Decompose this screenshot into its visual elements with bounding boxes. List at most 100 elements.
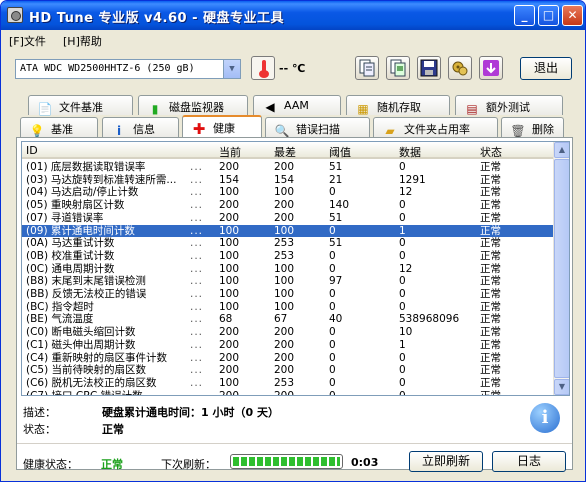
- minimize-button[interactable]: _: [514, 5, 535, 26]
- threshold-cell: 51: [329, 237, 343, 250]
- refresh-countdown: 0:03: [351, 456, 379, 469]
- table-row[interactable]: (07) 寻道错误率 200 200 51 0 正常...: [22, 212, 555, 225]
- attribute-name-cell: (09) 累计通电时间计数: [26, 224, 135, 237]
- table-row[interactable]: (01) 底层数据读取错误率 200 200 51 0 正常...: [22, 161, 555, 174]
- tab-error-scan[interactable]: 🔍 错误扫描: [265, 117, 370, 138]
- copy-text-button[interactable]: [355, 56, 379, 80]
- status-cell: 正常: [480, 313, 501, 326]
- current-cell: 200: [219, 199, 240, 212]
- tab-delete[interactable]: 🗑 删除: [501, 117, 564, 138]
- threshold-cell: 0: [329, 186, 336, 199]
- table-row[interactable]: (C5) 当前待映射的扇区数 200 200 0 0 正常...: [22, 364, 555, 377]
- smart-table[interactable]: ID 当前 最差 阈值 数据 状态 (01) 底层数据读取错误率 200 200 51…: [21, 141, 570, 396]
- refresh-progress-fill: [233, 457, 340, 466]
- table-row[interactable]: (C4) 重新映射的扇区事件计数 200 200 0 0 正常...: [22, 352, 555, 365]
- data-cell: 0: [399, 249, 406, 262]
- tab-disk-monitor[interactable]: ▮ 磁盘监视器: [138, 95, 248, 116]
- table-row[interactable]: (BE) 气流温度 68 67 40 538968096 正常...: [22, 313, 555, 326]
- table-row[interactable]: (05) 重映射扇区计数 200 200 140 0 正常...: [22, 199, 555, 212]
- tab-extra-tests[interactable]: ▤ 额外测试: [455, 95, 563, 116]
- options-icon: [452, 61, 468, 76]
- attribute-name-cell: (C4) 重新映射的扇区事件计数: [26, 351, 168, 364]
- column-header-id[interactable]: ID: [26, 144, 38, 157]
- table-row[interactable]: (BC) 指令超时 100 100 0 0 正常...: [22, 301, 555, 314]
- status-cell: 正常: [480, 237, 501, 250]
- threshold-cell: 0: [329, 300, 336, 313]
- title-bar[interactable]: HD Tune 专业版 v4.60 - 硬盘专业工具 _ □ ✕: [1, 1, 585, 30]
- current-cell: 100: [219, 275, 240, 288]
- window-title: HD Tune 专业版 v4.60 - 硬盘专业工具: [29, 11, 285, 26]
- table-row[interactable]: (C1) 磁头伸出周期计数 200 200 0 1 正常...: [22, 339, 555, 352]
- maximize-button[interactable]: □: [538, 5, 559, 26]
- data-cell: 1: [399, 224, 406, 237]
- tab-label: 文件夹占用率: [404, 123, 470, 136]
- column-header-threshold[interactable]: 阈值: [329, 144, 351, 160]
- close-button[interactable]: ✕: [562, 5, 583, 26]
- table-row[interactable]: (C6) 脱机无法校正的扇区数 100 253 0 0 正常...: [22, 377, 555, 390]
- current-cell: 200: [219, 364, 240, 377]
- state-label: 状态：: [23, 423, 56, 436]
- drive-selector[interactable]: ATA WDC WD2500HHTZ-6 (250 gB) ▼: [15, 59, 241, 79]
- tab-info[interactable]: i 信息: [102, 117, 179, 138]
- tab-random-access[interactable]: ▦ 随机存取: [346, 95, 450, 116]
- current-cell: 100: [219, 262, 240, 275]
- table-row[interactable]: (04) 马达启动/停止计数 100 100 0 12 正常...: [22, 186, 555, 199]
- status-cell: 正常: [480, 300, 501, 313]
- tab-folder-usage[interactable]: ▰ 文件夹占用率: [373, 117, 498, 138]
- data-cell: 0: [399, 161, 406, 173]
- row-ellipsis: ...: [190, 237, 204, 250]
- menu-file[interactable]: [F]文件: [9, 33, 46, 49]
- exit-button[interactable]: 退出: [520, 57, 572, 80]
- current-cell: 154: [219, 173, 240, 186]
- worst-cell: 100: [274, 224, 295, 237]
- table-row[interactable]: (0B) 校准重试计数 100 253 0 0 正常...: [22, 250, 555, 263]
- table-row[interactable]: (B8) 末尾到末尾错误检测 100 100 97 0 正常...: [22, 275, 555, 288]
- tab-label: 健康: [213, 122, 235, 135]
- options-button[interactable]: [448, 56, 472, 80]
- attribute-name-cell: (04) 马达启动/停止计数: [26, 186, 139, 199]
- threshold-cell: 21: [329, 173, 343, 186]
- table-row[interactable]: (0A) 马达重试计数 100 253 51 0 正常...: [22, 237, 555, 250]
- save-button[interactable]: [417, 56, 441, 80]
- row-ellipsis: ...: [190, 338, 204, 351]
- refresh-now-button[interactable]: 立即刷新: [409, 451, 483, 472]
- status-cell: 正常: [480, 389, 501, 396]
- column-header-worst[interactable]: 最差: [274, 144, 296, 160]
- table-row[interactable]: (03) 马达旋转到标准转速所需... 154 154 21 1291 正常...: [22, 174, 555, 187]
- tab-health[interactable]: ✚ 健康: [182, 115, 262, 137]
- tab-aam[interactable]: ◀ AAM: [253, 95, 341, 115]
- download-button[interactable]: [479, 56, 503, 80]
- table-row[interactable]: (09) 累计通电时间计数 100 100 0 1 正常...: [22, 224, 555, 238]
- tab-benchmark[interactable]: 💡 基准: [20, 117, 98, 138]
- column-header-data[interactable]: 数据: [399, 144, 421, 160]
- column-header-status[interactable]: 状态: [480, 144, 502, 160]
- vertical-scrollbar[interactable]: ▲ ▼: [553, 142, 569, 395]
- attribute-name-cell: (BC) 指令超时: [26, 300, 94, 313]
- worst-cell: 200: [274, 161, 295, 173]
- attribute-name-cell: (01) 底层数据读取错误率: [26, 161, 146, 173]
- worst-cell: 100: [274, 300, 295, 313]
- menu-help[interactable]: [H]帮助: [63, 33, 102, 49]
- worst-cell: 154: [274, 173, 295, 186]
- column-header-current[interactable]: 当前: [219, 144, 241, 160]
- scroll-down-icon[interactable]: ▼: [554, 379, 569, 395]
- benchmark-icon: 💡: [29, 124, 45, 138]
- scroll-thumb[interactable]: [554, 159, 569, 378]
- tab-file-benchmark[interactable]: 📄 文件基准: [28, 95, 133, 116]
- row-ellipsis: ...: [190, 313, 204, 326]
- log-button[interactable]: 日志: [492, 451, 566, 472]
- copy-screenshot-button[interactable]: [386, 56, 410, 80]
- table-row[interactable]: (C0) 断电磁头缩回计数 200 200 0 10 正常...: [22, 326, 555, 339]
- table-row[interactable]: (C7) 接口 CRC 错误计数 200 200 0 0 正常...: [22, 389, 555, 396]
- status-cell: 正常: [480, 338, 501, 351]
- scroll-up-icon[interactable]: ▲: [554, 142, 569, 158]
- table-row[interactable]: (BB) 反馈无法校正的错误 100 100 0 0 正常...: [22, 288, 555, 301]
- current-cell: 200: [219, 338, 240, 351]
- table-header: ID 当前 最差 阈值 数据 状态: [22, 142, 555, 159]
- data-cell: 0: [399, 300, 406, 313]
- threshold-cell: 51: [329, 161, 343, 173]
- attribute-name-cell: (C0) 断电磁头缩回计数: [26, 326, 136, 339]
- table-row[interactable]: (0C) 通电周期计数 100 100 0 12 正常...: [22, 263, 555, 276]
- chevron-down-icon[interactable]: ▼: [223, 60, 240, 78]
- drive-selector-value: ATA WDC WD2500HHTZ-6 (250 gB): [20, 63, 195, 74]
